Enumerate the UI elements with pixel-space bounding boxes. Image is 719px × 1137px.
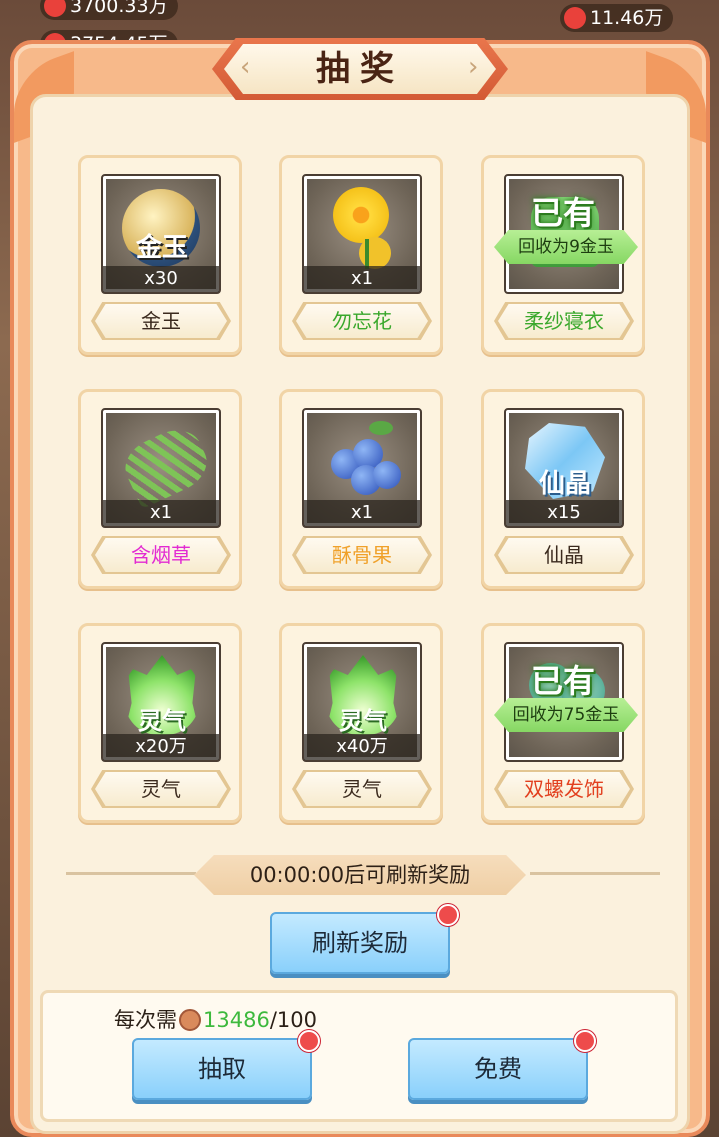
reward-frame: x1 [101,408,221,528]
draw-button-label: 抽取 [198,1055,246,1083]
refresh-timer: 00:00:00后可刷新奖励 [194,855,526,895]
reward-name: 含烟草 [95,538,227,572]
bg-red-stat: 11.46万 [560,4,674,32]
chevron-right-icon: › [468,52,479,82]
free-draw-button[interactable]: 免费 [408,1038,588,1100]
reward-card[interactable]: 已有 回收为9金玉 柔纱寝衣 [481,155,645,355]
reward-name: 仙晶 [498,538,630,572]
reward-frame: x1 [302,408,422,528]
reward-quantity: x1 [103,500,219,526]
reward-name: 双螺发饰 [498,772,630,806]
reward-frame: 仙晶 x15 [504,408,624,528]
reward-frame: 灵气 x40万 [302,642,422,762]
reward-card[interactable]: 灵气 x20万灵气 [78,623,242,823]
bg-currency-stat-top: 3700.33万 [40,0,178,20]
bg-currency-value-top: 3700.33万 [70,0,168,17]
reward-name: 灵气 [296,772,428,806]
reward-card[interactable]: x1 勿忘花 [279,155,443,355]
reward-name: 柔纱寝衣 [498,304,630,338]
page-title: 抽奖 [224,44,496,94]
cost-need: /100 [269,1008,317,1032]
refresh-rewards-button[interactable]: 刷新奖励 [270,912,450,974]
reward-card[interactable]: x1 含烟草 [78,389,242,589]
reward-quantity: x20万 [103,734,219,760]
refresh-rewards-label: 刷新奖励 [312,929,408,957]
reward-card[interactable]: 仙晶 x15 仙晶 [481,389,645,589]
notification-dot [437,904,459,926]
reward-quantity: x15 [506,500,622,526]
draw-token-icon [179,1009,201,1031]
reward-name: 金玉 [95,304,227,338]
reward-frame: 金玉 x30 [101,174,221,294]
currency-icon [44,0,66,17]
divider-right [530,872,660,875]
reward-quantity: x30 [103,266,219,292]
reward-quantity: x1 [304,500,420,526]
draw-button[interactable]: 抽取 [132,1038,312,1100]
reward-card[interactable]: 已有 回收为75金玉 双螺发饰 [481,623,645,823]
reward-frame: 灵气 x20万 [101,642,221,762]
reward-card[interactable]: 金玉 x30 金玉 [78,155,242,355]
reward-name: 勿忘花 [296,304,428,338]
chevron-left-icon: ‹ [240,52,251,82]
draw-cost: 每次需 13486/100 [114,1004,317,1034]
notification-dot [298,1030,320,1052]
owned-badge: 已有 [530,194,595,232]
recycle-label: 回收为75金玉 [494,698,638,732]
notification-dot [574,1030,596,1052]
bg-red-value: 11.46万 [590,7,664,29]
reward-name: 灵气 [95,772,227,806]
recycle-label: 回收为9金玉 [494,230,638,264]
reward-card[interactable]: x1 酥骨果 [279,389,443,589]
reward-card[interactable]: 灵气 x40万灵气 [279,623,443,823]
reward-frame: x1 [302,174,422,294]
owned-badge: 已有 [530,662,595,700]
reward-quantity: x1 [304,266,420,292]
cost-have: 13486 [203,1008,270,1032]
cost-prefix: 每次需 [114,1008,177,1032]
free-draw-label: 免费 [474,1055,522,1083]
reward-quantity: x40万 [304,734,420,760]
reward-name: 酥骨果 [296,538,428,572]
red-envelope-icon [564,7,586,29]
divider-left [66,872,196,875]
